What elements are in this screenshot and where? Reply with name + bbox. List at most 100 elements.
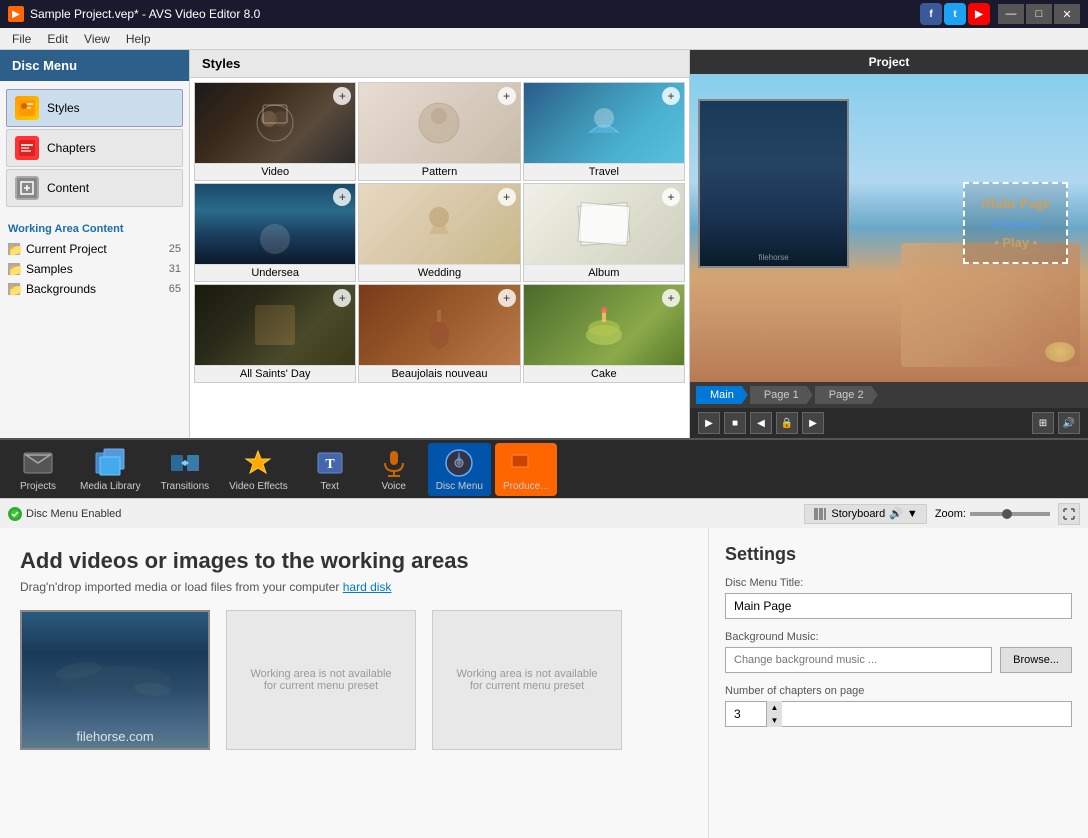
produce-label: Produce... [503,481,549,492]
zoom-thumb [1002,509,1012,519]
style-album-thumb: + [524,184,684,264]
toolbar-voice[interactable]: Voice [364,443,424,496]
tab-page1[interactable]: Page 1 [750,386,813,404]
storyboard-label: Storyboard [831,508,885,520]
enabled-label: Disc Menu Enabled [26,508,121,520]
prev-button[interactable]: ◀ [750,412,772,434]
chapters-input: 3 ▲ ▼ [725,701,1072,727]
folder-icon-backgrounds: 📁 [8,283,20,295]
style-album[interactable]: + Album [523,183,685,282]
working-area-title: Working Area Content [0,215,189,239]
fullscreen-button[interactable] [1058,503,1080,525]
voice-icon [378,447,410,479]
style-pattern-label: Pattern [359,163,519,180]
background-music-field: Background Music: Browse... [725,631,1072,673]
style-beaujolais-label: Beaujolais nouveau [359,365,519,382]
style-wedding-label: Wedding [359,264,519,281]
toolbar-projects[interactable]: Projects [8,443,68,496]
wa-placeholder-1[interactable]: Working area is not available for curren… [226,610,416,750]
style-wedding-thumb: + [359,184,519,264]
zoom-label: Zoom: [935,508,966,520]
chapters-up[interactable]: ▲ [766,701,782,714]
style-allsaints-thumb: + [195,285,355,365]
style-travel-label: Travel [524,163,684,180]
media-library-label: Media Library [80,481,141,492]
volume-button[interactable]: 🔊 [1058,412,1080,434]
wa-backgrounds-count: 65 [169,283,181,295]
sidebar-item-chapters[interactable]: Chapters [6,129,183,167]
style-wedding[interactable]: + Wedding [358,183,520,282]
style-pattern[interactable]: + Pattern [358,82,520,181]
storyboard-button[interactable]: Storyboard 🔊 ▼ [804,504,926,524]
sidebar-item-samples[interactable]: 📁 Samples 31 [0,259,189,279]
wa-main-image: filehorse.com [20,610,210,750]
style-allsaints[interactable]: + All Saints' Day [194,284,356,383]
sidebar-item-content[interactable]: Content [6,169,183,207]
playback-controls: ▶ ■ ◀ 🔒 ▶ [698,412,824,434]
toolbar-produce[interactable]: Produce... [495,443,557,496]
toolbar-transitions[interactable]: Transitions [153,443,218,496]
sidebar-content-label: Content [47,181,89,195]
preview-menu-play: • Play • [981,235,1050,250]
status-right: Storyboard 🔊 ▼ Zoom: [804,503,1080,525]
sidebar-item-backgrounds[interactable]: 📁 Backgrounds 65 [0,279,189,299]
styles-grid-container[interactable]: + Video + Pattern [190,78,689,438]
minimize-button[interactable]: — [998,4,1024,24]
style-travel[interactable]: + Travel [523,82,685,181]
lock-button[interactable]: 🔒 [776,412,798,434]
disc-menu-enabled-status: Disc Menu Enabled [8,507,121,521]
maximize-button[interactable]: □ [1026,4,1052,24]
sidebar-item-current-project[interactable]: 📁 Current Project 25 [0,239,189,259]
chapters-down[interactable]: ▼ [766,714,782,727]
style-cake[interactable]: + Cake [523,284,685,383]
youtube-button[interactable]: ▶ [968,3,990,25]
preview-tabs: Main Page 1 Page 2 [696,386,878,404]
transitions-label: Transitions [161,481,210,492]
middle-section: Disc Menu Styles Chapters [0,50,1088,438]
toolbar-disc-menu[interactable]: Disc Menu [428,443,491,496]
menu-view[interactable]: View [76,30,118,48]
video-effects-label: Video Effects [229,481,288,492]
chapters-label: Number of chapters on page [725,685,1072,697]
video-effects-icon [242,447,274,479]
styles-icon [15,96,39,120]
wa-current-project-label: Current Project [26,242,107,256]
status-bar: Disc Menu Enabled Storyboard 🔊 ▼ Zoom: [0,498,1088,528]
wa-placeholder-2[interactable]: Working area is not available for curren… [432,610,622,750]
sidebar-item-styles[interactable]: Styles [6,89,183,127]
style-undersea[interactable]: + Undersea [194,183,356,282]
menu-help[interactable]: Help [118,30,159,48]
menu-file[interactable]: File [4,30,39,48]
close-button[interactable]: ✕ [1054,4,1080,24]
menu-edit[interactable]: Edit [39,30,76,48]
twitter-button[interactable]: t [944,3,966,25]
media-library-icon [94,447,126,479]
preview-area: filehorse Main Page Chapters • Play • [690,74,1088,382]
disc-menu-title-input[interactable] [725,593,1072,619]
tab-page2[interactable]: Page 2 [815,386,878,404]
wa-subtext-link[interactable]: hard disk [343,580,392,594]
background-music-input[interactable] [725,647,992,673]
next-button[interactable]: ▶ [802,412,824,434]
style-beaujolais[interactable]: + Beaujolais nouveau [358,284,520,383]
style-video[interactable]: + Video [194,82,356,181]
play-button[interactable]: ▶ [698,412,720,434]
toolbar-video-effects[interactable]: Video Effects [221,443,296,496]
fit-button[interactable]: ⊞ [1032,412,1054,434]
zoom-container: Zoom: [935,508,1050,520]
browse-button[interactable]: Browse... [1000,647,1072,673]
tab-main[interactable]: Main [696,386,748,404]
zoom-slider[interactable] [970,512,1050,516]
facebook-button[interactable]: f [920,3,942,25]
toolbar-text[interactable]: T Text [300,443,360,496]
content-icon [15,176,39,200]
style-beaujolais-thumb: + [359,285,519,365]
stop-button[interactable]: ■ [724,412,746,434]
status-left: Disc Menu Enabled [8,507,121,521]
style-video-thumb: + [195,83,355,163]
style-video-label: Video [195,163,355,180]
toolbar-media-library[interactable]: Media Library [72,443,149,496]
enabled-indicator [8,507,22,521]
project-header: Project [690,50,1088,74]
playback-row: ▶ ■ ◀ 🔒 ▶ ⊞ 🔊 [690,408,1088,438]
